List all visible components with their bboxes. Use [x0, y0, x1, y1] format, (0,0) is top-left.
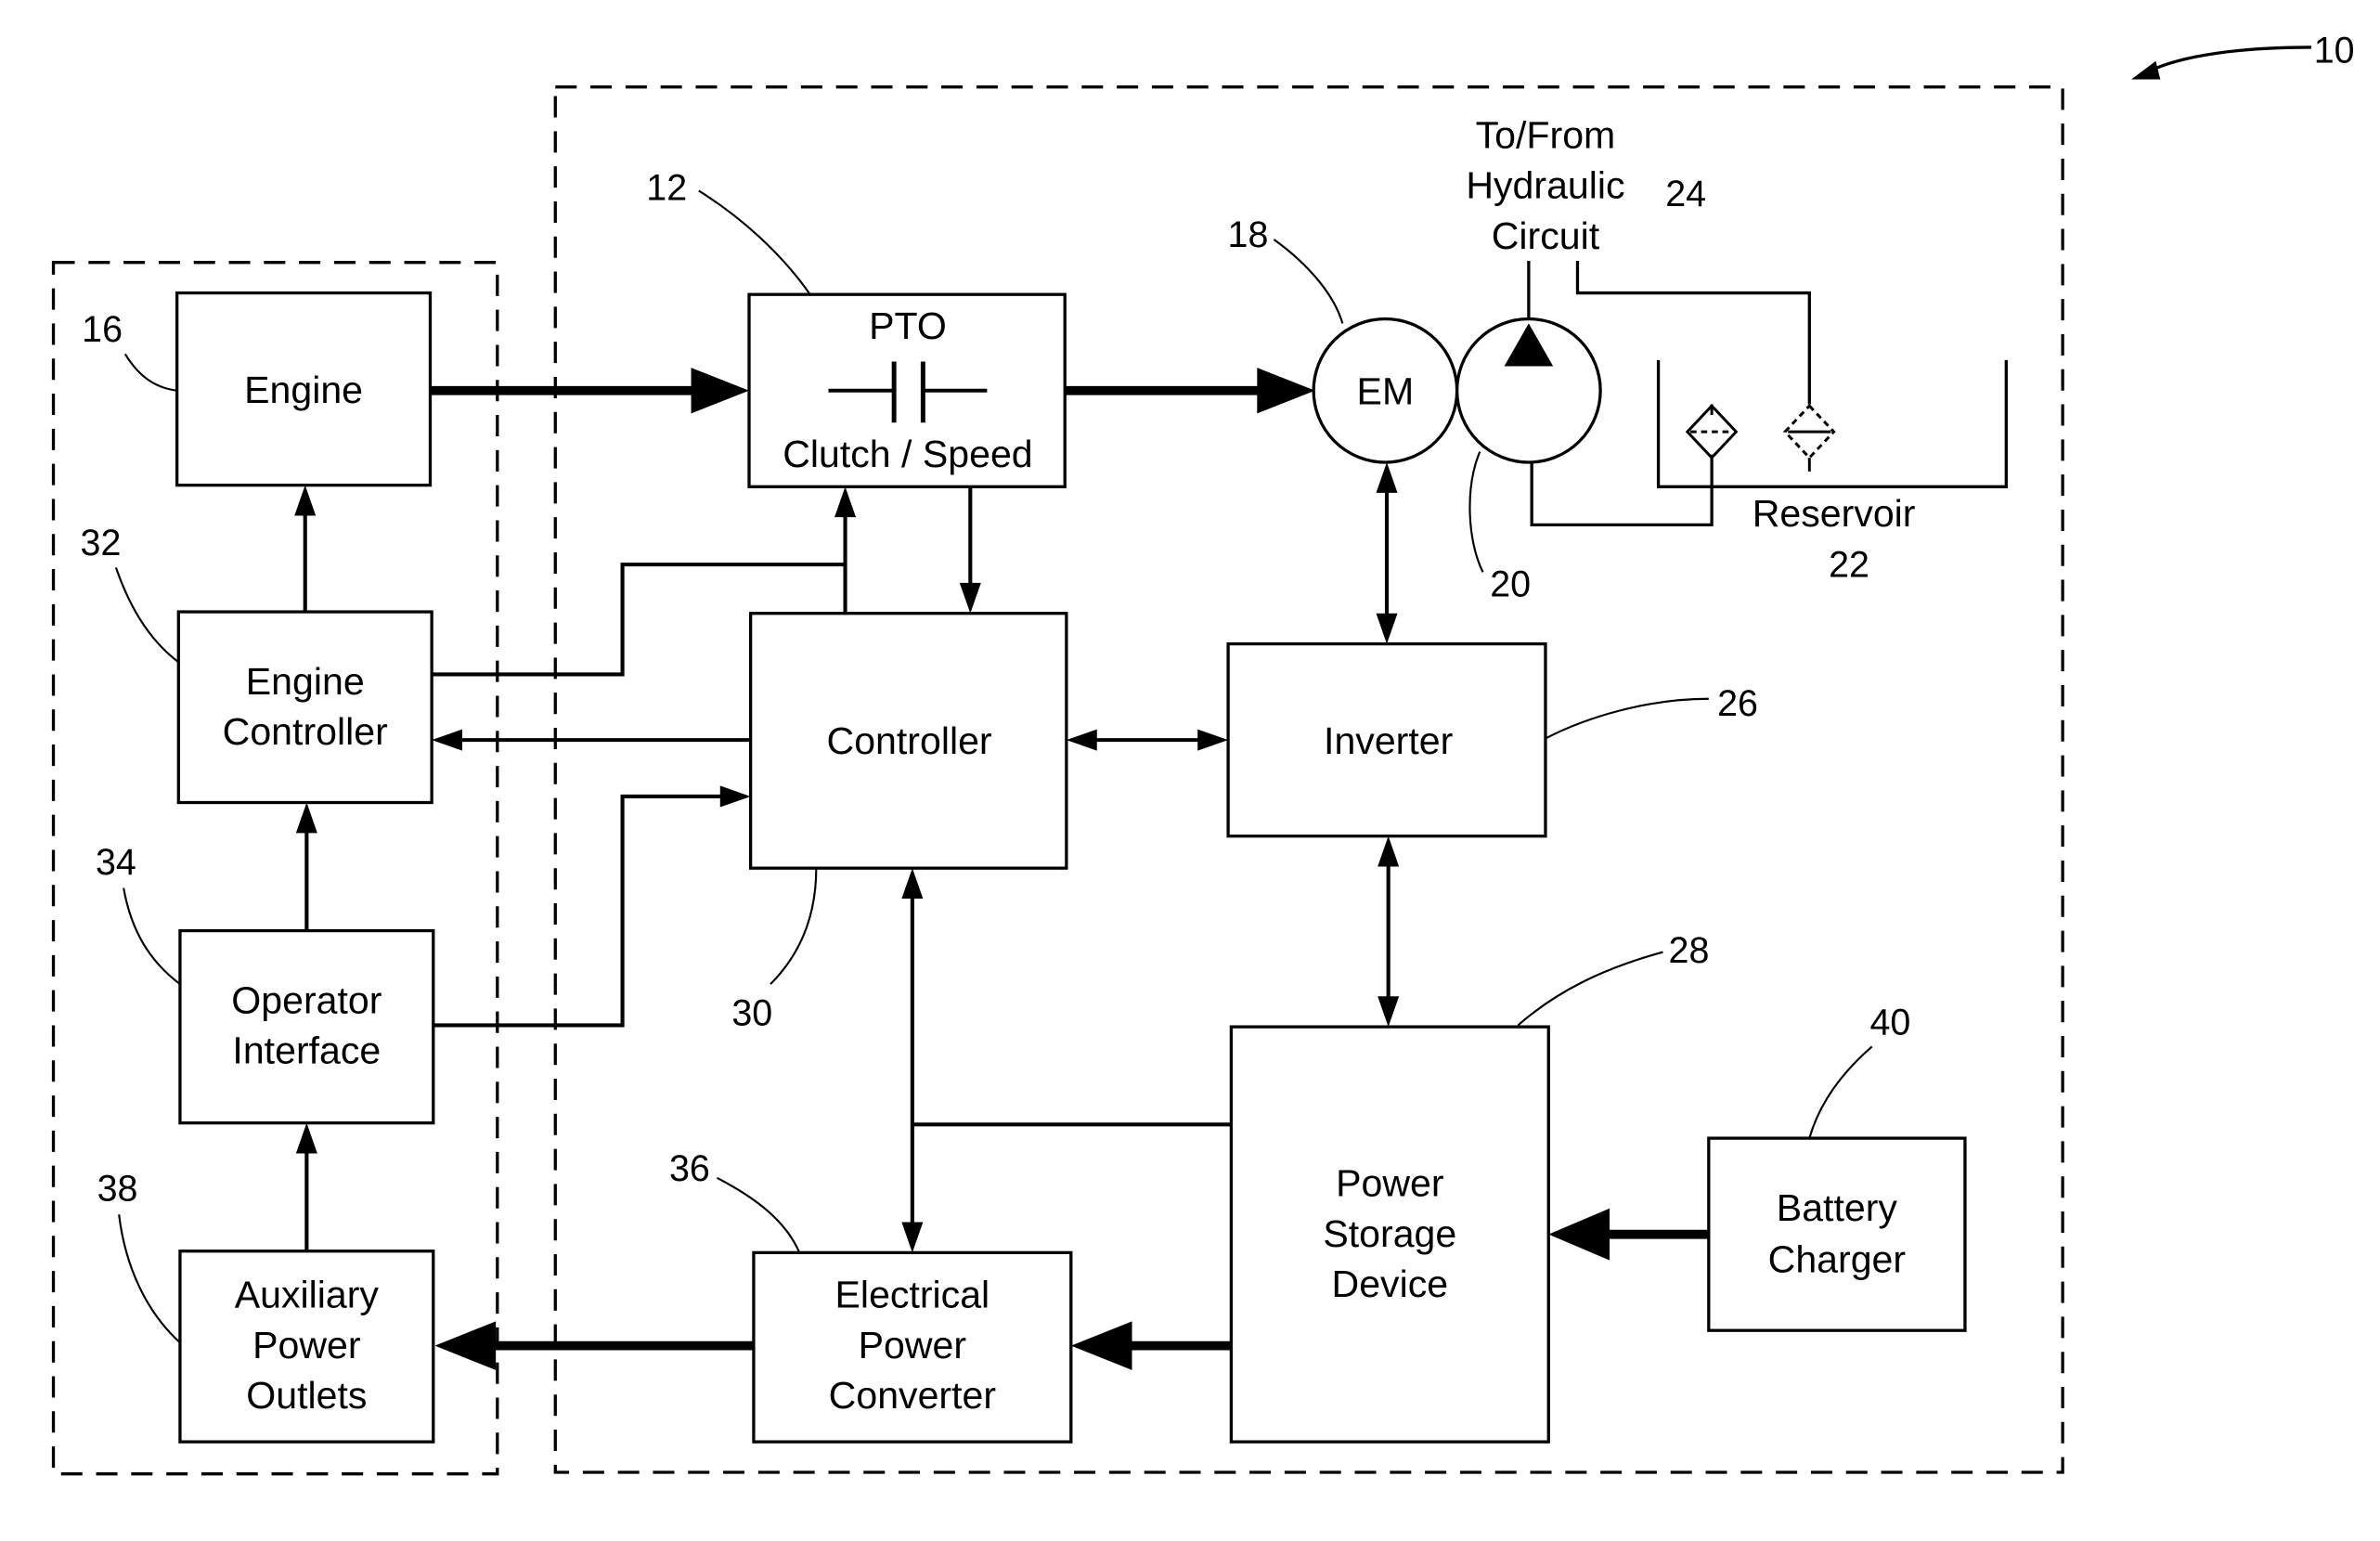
engine-label: Engine	[244, 369, 363, 411]
controller-block[interactable]: Controller	[749, 612, 1068, 870]
converter-label-line3: Converter	[829, 1374, 996, 1417]
hydraulic-label-line1: To/From	[1476, 113, 1616, 156]
ref-label-30: 30	[731, 992, 772, 1033]
arrow-pto-to-controller	[959, 486, 981, 614]
inverter-label: Inverter	[1324, 719, 1453, 762]
arrow-aux-to-operator	[295, 1122, 317, 1251]
arrow-engine-controller-to-engine	[294, 485, 317, 613]
inverter-block[interactable]: Inverter	[1226, 641, 1547, 838]
power-storage-label-line2: Storage	[1323, 1212, 1456, 1255]
arrow-em-inverter	[1376, 462, 1398, 644]
system-block-diagram: 10 Engine 16 Engine Controller 32 Operat…	[51, 30, 2355, 1476]
arrow-operator-to-engine-controller	[295, 802, 317, 931]
ref-label-12: 12	[646, 167, 687, 208]
ref-label-36: 36	[669, 1148, 710, 1189]
ref-label-20: 20	[1490, 564, 1531, 605]
engine-controller-block[interactable]: Engine Controller	[176, 610, 433, 805]
hydraulic-circuit-label: To/From Hydraulic Circuit	[1466, 113, 1624, 256]
pto-label: PTO	[869, 304, 947, 347]
reservoir-label: Reservoir	[1753, 492, 1916, 535]
system-reference: 10	[2131, 30, 2355, 80]
auxiliary-power-outlets-block[interactable]: Auxiliary Power Outlets	[178, 1250, 435, 1444]
operator-interface-label-line2: Interface	[232, 1029, 381, 1072]
operator-interface-block[interactable]: Operator Interface	[178, 928, 435, 1125]
hydraulic-pump[interactable]	[1455, 317, 1602, 464]
electrical-power-converter-block[interactable]: Electrical Power Converter	[752, 1250, 1073, 1444]
ref-label-26: 26	[1717, 683, 1758, 724]
pto-subtitle: Clutch / Speed	[783, 433, 1032, 475]
power-storage-label-line1: Power	[1336, 1162, 1443, 1205]
arrow-controller-converter	[901, 868, 1232, 1253]
arrow-controller-inverter	[1066, 729, 1229, 751]
converter-label-line2: Power	[859, 1324, 966, 1366]
ref-label-22: 22	[1829, 544, 1869, 585]
arrow-operator-to-controller	[433, 785, 751, 1028]
ref-label-32: 32	[81, 523, 122, 563]
filter-icon	[1685, 404, 1739, 460]
ref-label-24: 24	[1665, 174, 1706, 214]
arrow-storage-to-converter	[1070, 1321, 1232, 1370]
arrow-engine-to-pto	[430, 368, 750, 414]
ref-label-18: 18	[1228, 214, 1269, 255]
operator-interface-label-line1: Operator	[231, 978, 382, 1021]
arrow-charger-to-storage	[1548, 1208, 1709, 1261]
ref-label-28: 28	[1669, 930, 1710, 971]
ref-label-16: 16	[82, 309, 123, 350]
controller-label: Controller	[827, 719, 992, 762]
hydraulic-label-line3: Circuit	[1492, 214, 1600, 257]
ref-label-38: 38	[97, 1168, 138, 1209]
ref-label-10: 10	[2314, 30, 2355, 71]
pto-block[interactable]: PTO Clutch / Speed	[747, 292, 1067, 488]
ref-label-40: 40	[1869, 1002, 1910, 1042]
battery-charger-label-line2: Charger	[1768, 1238, 1906, 1281]
engine-controller-label-line1: Engine	[246, 660, 365, 703]
engine-block[interactable]: Engine	[175, 291, 433, 487]
arrowhead-icon	[2131, 60, 2161, 80]
em-label: EM	[1357, 370, 1415, 413]
power-storage-device-block[interactable]: Power Storage Device	[1229, 1025, 1550, 1444]
arrow-controller-to-engine-controller	[432, 729, 751, 751]
aux-outlets-label-line3: Outlets	[246, 1374, 367, 1417]
arrow-converter-to-aux	[434, 1321, 754, 1370]
ref-label-34: 34	[96, 842, 136, 883]
strainer-icon	[1782, 404, 1836, 472]
battery-charger-label-line1: Battery	[1777, 1186, 1898, 1229]
hydraulic-label-line2: Hydraulic	[1466, 164, 1624, 207]
electric-machine[interactable]: EM	[1312, 317, 1459, 464]
battery-charger-block[interactable]: Battery Charger	[1707, 1136, 1967, 1332]
arrow-pto-to-em	[1065, 368, 1315, 414]
engine-controller-label-line2: Controller	[223, 710, 388, 753]
power-storage-label-line3: Device	[1332, 1263, 1449, 1305]
aux-outlets-label-line1: Auxiliary	[235, 1274, 380, 1316]
arrow-inverter-storage	[1378, 835, 1400, 1028]
aux-outlets-label-line2: Power	[252, 1324, 360, 1366]
converter-label-line1: Electrical	[835, 1274, 990, 1316]
